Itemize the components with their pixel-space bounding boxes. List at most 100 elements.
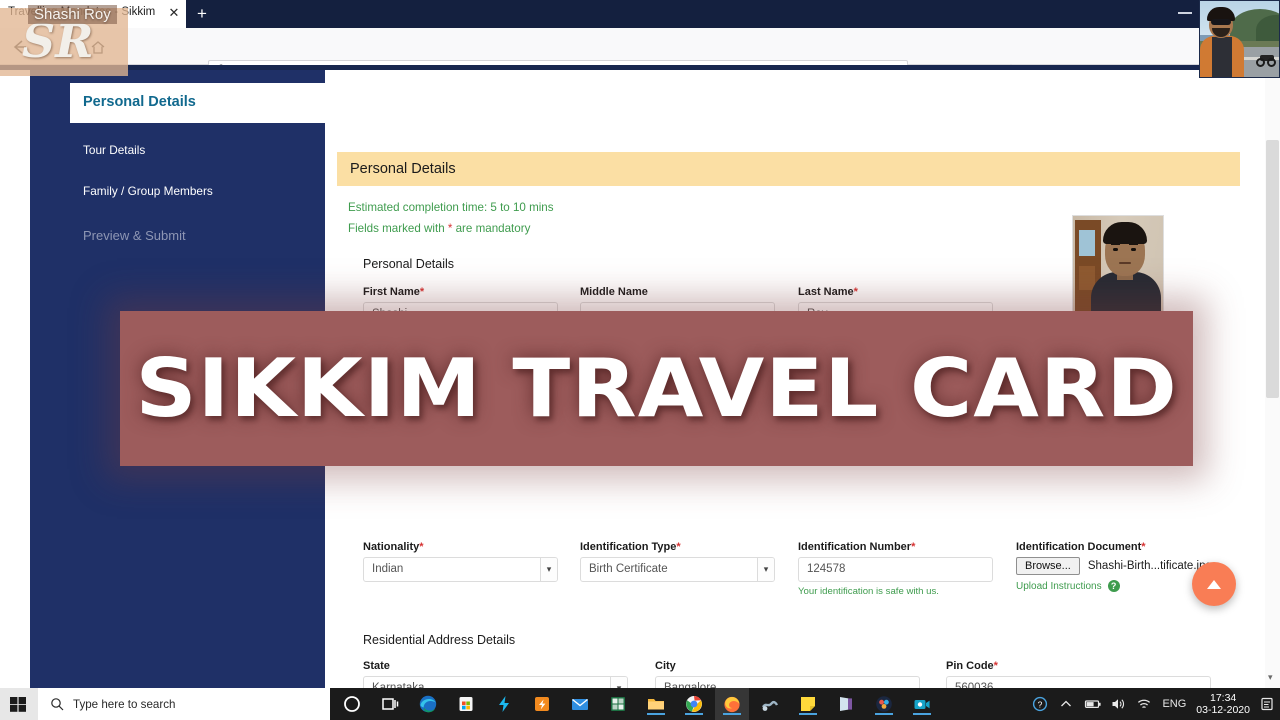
- page-scrollbar-thumb[interactable]: [1266, 140, 1279, 398]
- estimated-time-note: Estimated completion time: 5 to 10 mins: [348, 201, 554, 214]
- shareit-icon[interactable]: [493, 693, 515, 715]
- required-asterisk: *: [1141, 541, 1146, 553]
- nationality-select[interactable]: Indian ▾: [363, 557, 558, 582]
- mandatory-note-suffix: are mandatory: [452, 222, 531, 235]
- chevron-down-icon[interactable]: ▾: [610, 677, 627, 688]
- video-title-banner: SIKKIM TRAVEL CARD: [120, 311, 1193, 466]
- sidebar-item-tour-details[interactable]: Tour Details: [83, 143, 145, 157]
- field-identification-type: Identification Type* Birth Certificate ▾: [580, 541, 775, 582]
- snagit-icon[interactable]: [531, 693, 553, 715]
- windows-taskbar: Type here to search ? ENG 17:34 03-12-20…: [0, 688, 1280, 720]
- chevron-down-icon[interactable]: ▾: [540, 558, 557, 581]
- mail-icon[interactable]: [569, 693, 591, 715]
- state-select[interactable]: Karnataka ▾: [363, 676, 628, 688]
- task-view-icon[interactable]: [379, 693, 401, 715]
- sidebar-item-family-group-members[interactable]: Family / Group Members: [83, 184, 213, 198]
- browser-navbar: www.sikkimtourism.gov.in/Public/PublicMa…: [0, 28, 1280, 86]
- section-title-personal-details: Personal Details: [363, 257, 455, 271]
- panel-header: Personal Details: [337, 152, 1240, 186]
- required-asterisk: *: [911, 541, 916, 553]
- field-label: Identification Document*: [1016, 541, 1146, 553]
- chevron-down-icon[interactable]: ▾: [757, 558, 774, 581]
- banner-text: SIKKIM TRAVEL CARD: [135, 342, 1178, 435]
- field-label: Identification Type*: [580, 541, 681, 553]
- camtasia-icon[interactable]: [911, 693, 933, 715]
- volume-icon[interactable]: [1110, 696, 1126, 712]
- identification-number-input[interactable]: 124578: [798, 557, 993, 582]
- screen-root: Travelling Mandates - Sikkim To ✕ + www.…: [0, 0, 1280, 720]
- field-label: Nationality*: [363, 541, 424, 553]
- clock-time: 17:34: [1210, 692, 1237, 704]
- browser-titlebar: Travelling Mandates - Sikkim To ✕ +: [0, 0, 1280, 28]
- mandatory-note-prefix: Fields marked with: [348, 222, 448, 235]
- channel-name-watermark: Shashi Roy: [28, 5, 117, 24]
- required-asterisk: *: [419, 541, 424, 553]
- field-label: Middle Name: [580, 286, 648, 298]
- pin-code-input[interactable]: 560036: [946, 676, 1211, 688]
- file-explorer-icon[interactable]: [645, 693, 667, 715]
- field-label: City: [655, 660, 676, 672]
- scroll-to-top-button[interactable]: [1192, 562, 1236, 606]
- panel-title: Personal Details: [350, 161, 456, 177]
- language-indicator[interactable]: ENG: [1162, 698, 1186, 710]
- firefox-icon[interactable]: [715, 688, 749, 720]
- system-tray: ? ENG 17:34 03-12-2020: [1032, 688, 1274, 720]
- field-state: State Karnataka ▾: [363, 660, 628, 688]
- windows-start-icon[interactable]: [8, 694, 28, 714]
- sidebar-item-label: Family / Group Members: [83, 184, 213, 198]
- davinci-resolve-icon[interactable]: [873, 693, 895, 715]
- new-tab-button[interactable]: +: [192, 4, 212, 24]
- wifi-icon[interactable]: [1136, 696, 1152, 712]
- battery-icon[interactable]: [1084, 696, 1102, 712]
- sidebar-item-label: Personal Details: [83, 94, 196, 110]
- identification-type-select[interactable]: Birth Certificate ▾: [580, 557, 775, 582]
- action-center-icon[interactable]: [1260, 696, 1274, 712]
- search-input[interactable]: Type here to search: [73, 698, 175, 711]
- scrollbar-down-arrow-icon[interactable]: ▾: [1268, 672, 1273, 683]
- cortana-icon[interactable]: [341, 693, 363, 715]
- required-asterisk: *: [993, 660, 998, 672]
- identification-type-selected-value: Birth Certificate: [589, 563, 668, 575]
- photoshop-icon[interactable]: [759, 693, 781, 715]
- excel-icon[interactable]: [607, 693, 629, 715]
- google-chrome-icon[interactable]: [683, 693, 705, 715]
- sidebar-item-preview-submit[interactable]: Preview & Submit: [83, 228, 186, 243]
- microsoft-edge-icon[interactable]: [417, 693, 439, 715]
- help-icon[interactable]: ?: [1107, 580, 1120, 592]
- browse-button[interactable]: Browse...: [1016, 557, 1080, 575]
- required-asterisk: *: [853, 286, 858, 298]
- taskbar-clock[interactable]: 17:34 03-12-2020: [1196, 692, 1250, 716]
- onenote-icon[interactable]: [835, 693, 857, 715]
- field-label: Pin Code*: [946, 660, 998, 672]
- webcam-overlay: [1199, 0, 1280, 78]
- required-asterisk: *: [419, 286, 425, 298]
- close-icon[interactable]: ✕: [167, 6, 181, 20]
- uploaded-file-name: Shashi-Birth...tificate.jpg: [1087, 560, 1212, 572]
- section-title-residential-address: Residential Address Details: [363, 633, 516, 647]
- taskbar-search-box[interactable]: Type here to search: [38, 688, 330, 720]
- clock-date: 03-12-2020: [1196, 704, 1250, 716]
- field-label: First Name*: [363, 286, 425, 298]
- taskbar-app-icons: [335, 688, 933, 720]
- field-nationality: Nationality* Indian ▾: [363, 541, 558, 582]
- identification-safety-note: Your identification is safe with us.: [798, 586, 939, 597]
- svg-text:?: ?: [1038, 699, 1043, 709]
- sidebar-item-personal-details[interactable]: Personal Details: [70, 83, 355, 123]
- upload-instructions-link[interactable]: Upload Instructions: [1016, 581, 1102, 592]
- taskbar-left-panel: Type here to search: [0, 688, 330, 720]
- search-icon: [50, 697, 64, 711]
- microsoft-store-icon[interactable]: [455, 693, 477, 715]
- required-asterisk: *: [676, 541, 681, 553]
- nationality-selected-value: Indian: [372, 563, 404, 575]
- show-hidden-icons-icon[interactable]: [1058, 696, 1074, 712]
- field-city: City Bangalore: [655, 660, 920, 688]
- sidebar-item-label: Preview & Submit: [83, 228, 186, 243]
- help-icon[interactable]: ?: [1032, 696, 1048, 712]
- sticky-notes-icon[interactable]: [797, 693, 819, 715]
- field-identification-number: Identification Number* 124578 Your ident…: [798, 541, 993, 597]
- field-label: State: [363, 660, 390, 672]
- window-minimize-icon[interactable]: [1178, 12, 1192, 14]
- city-input[interactable]: Bangalore: [655, 676, 920, 688]
- mandatory-fields-note: Fields marked with * are mandatory: [348, 222, 530, 235]
- field-label: Last Name*: [798, 286, 858, 298]
